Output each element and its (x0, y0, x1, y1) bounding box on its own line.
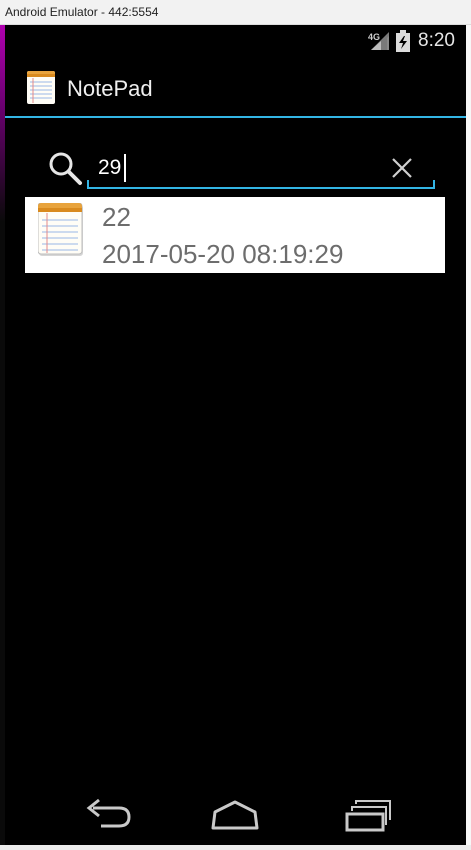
device-screen: 4G 8:20 NotePad 29 22 2017-05-20 08:19:2… (5, 25, 466, 845)
status-clock: 8:20 (418, 30, 455, 51)
magnifier-icon (49, 152, 82, 185)
search-underline-right-tick (433, 180, 435, 189)
status-bar: 4G 8:20 (5, 25, 466, 56)
app-title: NotePad (67, 76, 153, 101)
emulator-window: Android Emulator - 442:5554 4G 8:20 Note… (0, 0, 471, 850)
recent-apps-icon[interactable] (335, 792, 395, 836)
window-bottom-edge (0, 845, 471, 850)
action-bar-divider (5, 116, 466, 118)
battery-icon (396, 30, 410, 52)
search-underline-left-tick (87, 180, 89, 189)
note-date: 2017-05-20 08:19:29 (102, 239, 344, 269)
home-icon[interactable] (205, 792, 265, 836)
back-arrow-icon[interactable] (77, 792, 137, 836)
list-item[interactable]: 22 2017-05-20 08:19:29 (25, 197, 445, 273)
close-x-icon[interactable] (387, 153, 417, 183)
search-underline (87, 187, 435, 189)
navigation-bar (5, 780, 466, 845)
notepad-icon (38, 203, 83, 256)
search-input[interactable] (88, 151, 398, 185)
action-bar: NotePad (5, 56, 466, 116)
window-title: Android Emulator - 442:5554 (5, 5, 159, 19)
signal-icon (371, 32, 389, 50)
notepad-icon[interactable] (27, 71, 55, 104)
window-right-edge (466, 25, 471, 845)
text-cursor (124, 154, 126, 182)
note-title: 22 (102, 202, 131, 232)
window-titlebar[interactable]: Android Emulator - 442:5554 (0, 0, 471, 25)
